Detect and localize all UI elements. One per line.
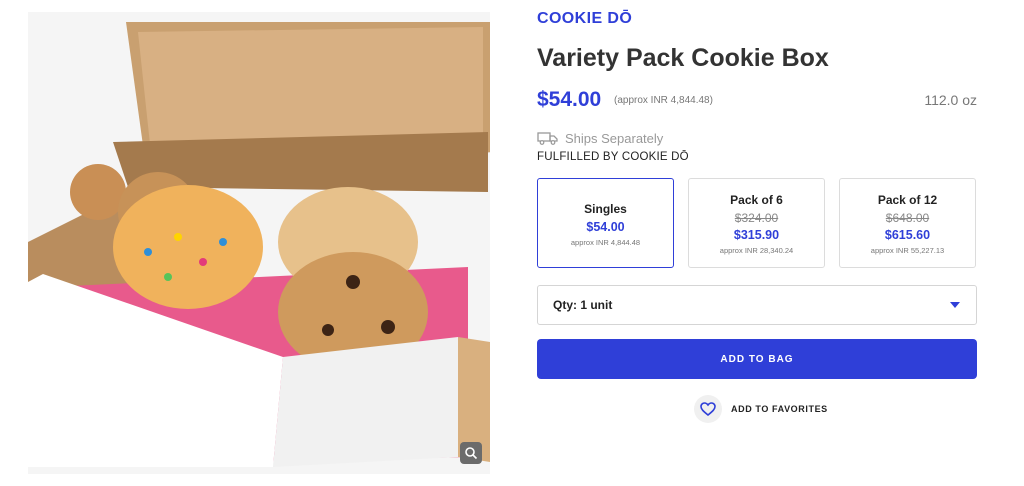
favorite-label: ADD TO FAVORITES (731, 404, 828, 414)
option-price: $315.90 (733, 228, 780, 242)
quantity-select[interactable]: Qty: 1 unit (537, 285, 977, 325)
caret-down-icon (950, 302, 960, 308)
approx-price: (approx INR 4,844.48) (614, 95, 713, 106)
brand-link[interactable]: COOKIE DŌ (537, 10, 632, 28)
zoom-button[interactable] (460, 442, 482, 464)
option-approx: approx INR 4,844.48 (570, 238, 641, 247)
option-original-price: $324.00 (734, 211, 779, 225)
product-image[interactable] (28, 12, 490, 474)
truck-icon (537, 132, 558, 145)
favorite-button[interactable] (694, 395, 722, 423)
option-name: Pack of 12 (877, 193, 938, 207)
fulfilled-by: FULFILLED BY COOKIE DŌ (537, 151, 689, 163)
option-approx: approx INR 28,340.24 (719, 246, 794, 255)
quantity-label: Qty: 1 unit (553, 298, 613, 312)
shipping-note: Ships Separately (537, 129, 663, 147)
option-name: Singles (584, 202, 627, 216)
product-price: $54.00 (537, 88, 602, 111)
option-price: $54.00 (586, 220, 625, 234)
add-to-bag-button[interactable]: ADD TO BAG (537, 339, 977, 379)
option-approx: approx INR 55,227.13 (870, 246, 945, 255)
option-name: Pack of 6 (730, 193, 783, 207)
option-price: $615.60 (884, 228, 931, 242)
magnify-icon (465, 447, 478, 460)
heart-icon (700, 402, 716, 416)
cookie-box-illustration (28, 12, 490, 474)
shipping-note-label: Ships Separately (565, 130, 664, 146)
price-row: $54.00 (approx INR 4,844.48) 112.0 oz (537, 88, 977, 116)
product-title: Variety Pack Cookie Box (537, 44, 829, 72)
product-weight: 112.0 oz (924, 92, 977, 108)
option-original-price: $648.00 (885, 211, 930, 225)
pack-options: Singles $54.00 approx INR 4,844.48 Pack … (537, 178, 977, 270)
add-to-favorites[interactable]: ADD TO FAVORITES (694, 395, 828, 423)
option-singles[interactable]: Singles $54.00 approx INR 4,844.48 (537, 178, 674, 268)
add-to-bag-label: ADD TO BAG (720, 353, 794, 365)
option-pack-of-12[interactable]: Pack of 12 $648.00 $615.60 approx INR 55… (839, 178, 976, 268)
option-pack-of-6[interactable]: Pack of 6 $324.00 $315.90 approx INR 28,… (688, 178, 825, 268)
